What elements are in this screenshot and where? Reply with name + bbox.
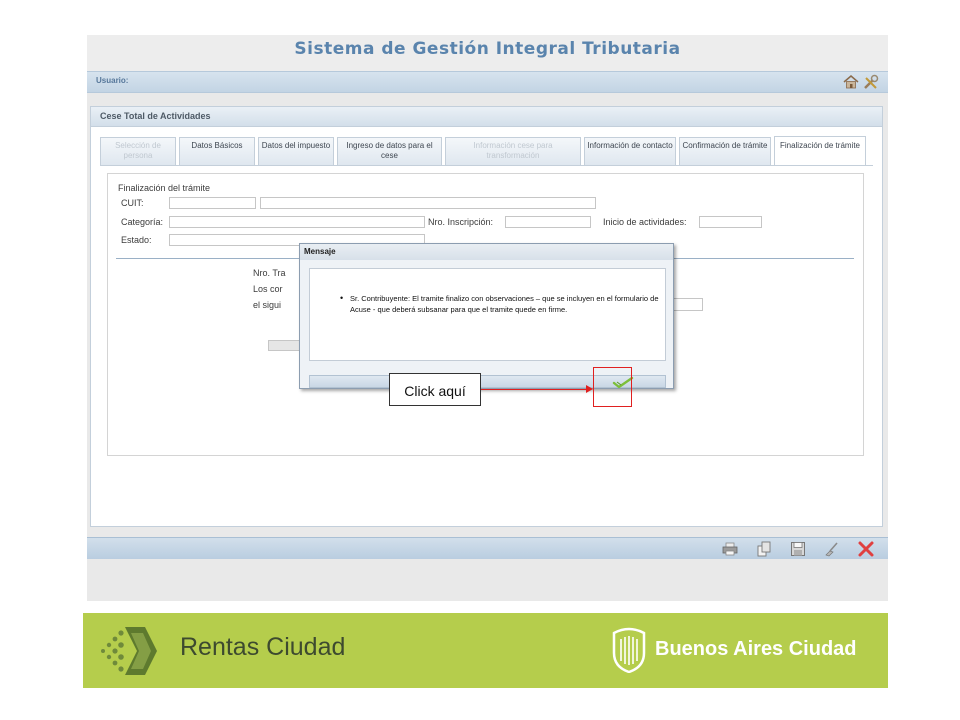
dialog-header: Mensaje [300,244,673,260]
bottom-toolbar [87,537,888,559]
toolbar-tools [720,540,876,558]
text-partial-2: Los cor [253,284,283,294]
rentas-logo-icon [95,623,165,679]
user-label: Usuario: [96,76,129,85]
app-title-bar: Sistema de Gestión Integral Tributaria [87,35,888,71]
screen: Sistema de Gestión Integral Tributaria U… [0,0,960,720]
callout-arrowhead [586,385,593,393]
tab-datos-basicos[interactable]: Datos Básicos [179,137,255,165]
home-icon[interactable] [842,73,860,91]
buenos-aires-seal-icon [610,627,648,674]
tab-info-cese-transformacion: Información cese para transformación [445,137,581,165]
callout-text: Click aquí [404,383,466,399]
footer-banner: Rentas Ciudad Buenos Aires Ciudad [83,613,888,688]
panel-title: Cese Total de Actividades [100,111,211,121]
tab-seleccion-persona: Selección de persona [100,137,176,165]
dialog-body: Sr. Contribuyente: El tramite finalizo c… [309,268,666,361]
nro-inscripcion-field [505,216,591,228]
estado-label: Estado: [121,235,152,245]
user-bar: Usuario: [87,71,888,93]
nro-tramite-partial: Nro. Tra [253,268,286,278]
target-highlight-box [593,367,632,407]
tab-ingreso-datos-cese[interactable]: Ingreso de datos para el cese [337,137,442,165]
panel-header: Cese Total de Actividades [91,107,882,127]
close-icon[interactable] [856,540,876,558]
tab-finalizacion-tramite[interactable]: Finalización de trámite [774,136,866,166]
dialog-title: Mensaje [304,247,336,256]
copy-icon[interactable] [754,540,774,558]
tab-info-contacto[interactable]: Información de contacto [584,137,676,165]
callout-arrow-line [481,389,591,390]
clear-icon[interactable] [822,540,842,558]
cuit-field [169,197,256,209]
tools-icon[interactable] [862,73,880,91]
save-icon[interactable] [788,540,808,558]
tab-datos-impuesto[interactable]: Datos del impuesto [258,137,334,165]
tab-confirmacion-tramite[interactable]: Confirmación de trámite [679,137,771,165]
print-icon[interactable] [720,540,740,558]
text-partial-3: el sigui [253,300,282,310]
callout-box: Click aquí [389,373,481,406]
cuit-label: CUIT: [121,198,144,208]
inicio-actividades-label: Inicio de actividades: [603,217,687,227]
message-text: Sr. Contribuyente: El tramite finalizo c… [340,293,660,315]
app-title: Sistema de Gestión Integral Tributaria [294,39,681,59]
buenos-aires-brand: Buenos Aires Ciudad [655,638,857,660]
tab-divider [100,165,873,166]
wizard-tabs: Selección de persona Datos Básicos Datos… [100,136,866,166]
categoria-field [169,216,425,228]
inicio-actividades-field [699,216,762,228]
categoria-label: Categoría: [121,217,164,227]
name-field [260,197,596,209]
nro-inscripcion-label: Nro. Inscripción: [428,217,494,227]
message-list: Sr. Contribuyente: El tramite finalizo c… [340,293,660,315]
user-bar-icons [842,73,880,91]
section-title: Finalización del trámite [118,183,211,193]
rentas-brand: Rentas Ciudad [180,633,346,661]
